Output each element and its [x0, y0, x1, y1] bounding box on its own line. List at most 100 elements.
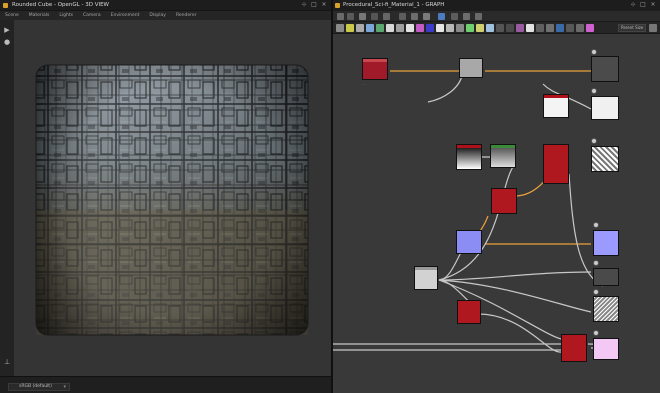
- output-icon: [593, 222, 599, 228]
- output-icon: [591, 138, 597, 144]
- 3d-view-window-controls: ⊹ □ ×: [301, 2, 327, 8]
- graph-more-icon[interactable]: [649, 24, 657, 32]
- close-icon[interactable]: ×: [650, 2, 656, 8]
- node-blend-icon[interactable]: [346, 24, 354, 32]
- parent-size-select[interactable]: Parent Size: [618, 24, 646, 32]
- info-icon[interactable]: [438, 13, 445, 20]
- node-directional-warp-icon[interactable]: [396, 24, 404, 32]
- node-normal-icon[interactable]: [476, 24, 484, 32]
- 3d-view-menubar: Scene Materials Lights Camera Environmen…: [0, 11, 331, 20]
- axes-icon[interactable]: ⊥: [3, 358, 11, 366]
- node-blur-icon[interactable]: [356, 24, 364, 32]
- node-bitmap-icon[interactable]: [526, 24, 534, 32]
- output-icon: [593, 289, 599, 295]
- node-blue[interactable]: [456, 230, 482, 254]
- node-red-bottom[interactable]: [561, 334, 587, 362]
- node-frame-icon[interactable]: [566, 24, 574, 32]
- node-transform-icon[interactable]: [486, 24, 494, 32]
- node-svg-icon[interactable]: [496, 24, 504, 32]
- graph-toolbar: [333, 11, 660, 22]
- pin-icon[interactable]: ⊹: [301, 2, 307, 8]
- panel-app-icon: [335, 3, 340, 8]
- node-directional-blur-icon[interactable]: [386, 24, 394, 32]
- node-output-top[interactable]: [591, 56, 619, 82]
- graph-title: Procedural_Sci-fi_Material_1 - GRAPH: [343, 2, 445, 8]
- pin-icon[interactable]: ⊹: [630, 2, 636, 8]
- node-white[interactable]: [543, 94, 569, 118]
- graph-panel: Procedural_Sci-fi_Material_1 - GRAPH ⊹ □…: [333, 0, 660, 393]
- node-text-icon[interactable]: [506, 24, 514, 32]
- environment-select[interactable]: sRGB (default) ▾: [8, 383, 70, 391]
- node-output-pink[interactable]: [593, 338, 619, 360]
- panel-app-icon: [3, 3, 8, 8]
- frame-icon[interactable]: [371, 13, 378, 20]
- menu-display[interactable]: Display: [149, 13, 166, 18]
- display-icon[interactable]: [423, 13, 430, 20]
- node-output-noise[interactable]: [591, 146, 619, 172]
- node-output-pattern[interactable]: [593, 296, 619, 322]
- maximize-icon[interactable]: □: [640, 2, 646, 8]
- graph-titlebar: Procedural_Sci-fi_Material_1 - GRAPH ⊹ □…: [333, 0, 660, 11]
- atomic-nodes-toolbar: Parent Size: [333, 22, 660, 34]
- node-output-white[interactable]: [591, 96, 619, 120]
- menu-environment[interactable]: Environment: [111, 13, 140, 18]
- node-distance-icon[interactable]: [406, 24, 414, 32]
- graph-settings-icon[interactable]: [337, 13, 344, 20]
- 3d-view-panel: Rounded Cube - OpenGL - 3D VIEW ⊹ □ × Sc…: [0, 0, 331, 393]
- node-green-filter[interactable]: [490, 144, 516, 168]
- light-icon[interactable]: ●: [3, 38, 11, 46]
- node-uniform-icon[interactable]: [336, 24, 344, 32]
- menu-renderer[interactable]: Renderer: [176, 13, 197, 18]
- output-icon: [591, 88, 597, 94]
- node-gradient[interactable]: [456, 144, 482, 170]
- node-channels-shuffle-icon[interactable]: [366, 24, 374, 32]
- node-pixel-processor-icon[interactable]: [516, 24, 524, 32]
- node-hsl-icon[interactable]: [456, 24, 464, 32]
- node-output-gray[interactable]: [593, 268, 619, 286]
- graph-options-icon[interactable]: [475, 13, 482, 20]
- node-input-red-label: ···: [362, 82, 365, 86]
- node-grayscale-icon[interactable]: [446, 24, 454, 32]
- 3d-view-toolstrip: ▶ ● ⊥: [0, 20, 14, 376]
- node-gradient-map-icon[interactable]: [436, 24, 444, 32]
- output-icon: [591, 49, 597, 55]
- 3d-view-titlebar: Rounded Cube - OpenGL - 3D VIEW ⊹ □ ×: [0, 0, 331, 11]
- node-output-icon[interactable]: [546, 24, 554, 32]
- snap-icon[interactable]: [451, 13, 458, 20]
- node-output-blue[interactable]: [593, 230, 619, 256]
- output-icon: [593, 260, 599, 266]
- camera-icon[interactable]: ▶: [3, 26, 11, 34]
- node-fx-map-icon[interactable]: [426, 24, 434, 32]
- maximize-icon[interactable]: □: [311, 2, 317, 8]
- node-input-color-icon[interactable]: [536, 24, 544, 32]
- layout-icon[interactable]: [411, 13, 418, 20]
- node-red-mid[interactable]: [491, 188, 517, 214]
- 3d-view-statusbar: sRGB (default) ▾: [0, 376, 331, 393]
- node-red-low[interactable]: [457, 300, 481, 324]
- node-comment-icon[interactable]: [556, 24, 564, 32]
- node-pin-icon[interactable]: [576, 24, 584, 32]
- graph-window-controls: ⊹ □ ×: [630, 2, 656, 8]
- menu-materials[interactable]: Materials: [29, 13, 50, 18]
- node-gray-source[interactable]: [414, 266, 438, 290]
- close-icon[interactable]: ×: [321, 2, 327, 8]
- node-graph-canvas[interactable]: ···: [333, 34, 660, 393]
- node-emboss-icon[interactable]: [416, 24, 424, 32]
- node-gray-top[interactable]: [459, 58, 483, 78]
- grid-icon[interactable]: [463, 13, 470, 20]
- align-icon[interactable]: [399, 13, 406, 20]
- node-input-red[interactable]: [362, 58, 388, 80]
- chevron-down-icon: ▾: [63, 384, 66, 390]
- graph-parameters-icon[interactable]: [347, 13, 354, 20]
- node-curve-icon[interactable]: [376, 24, 384, 32]
- node-levels-icon[interactable]: [466, 24, 474, 32]
- menu-lights[interactable]: Lights: [59, 13, 73, 18]
- tools-icon[interactable]: [383, 13, 390, 20]
- node-library-icon[interactable]: [586, 24, 594, 32]
- menu-scene[interactable]: Scene: [5, 13, 19, 18]
- 3d-viewport[interactable]: [14, 20, 331, 376]
- menu-camera[interactable]: Camera: [83, 13, 101, 18]
- camera-snapshot-icon[interactable]: [359, 13, 366, 20]
- output-icon: [593, 330, 599, 336]
- node-red-blend[interactable]: [543, 144, 569, 184]
